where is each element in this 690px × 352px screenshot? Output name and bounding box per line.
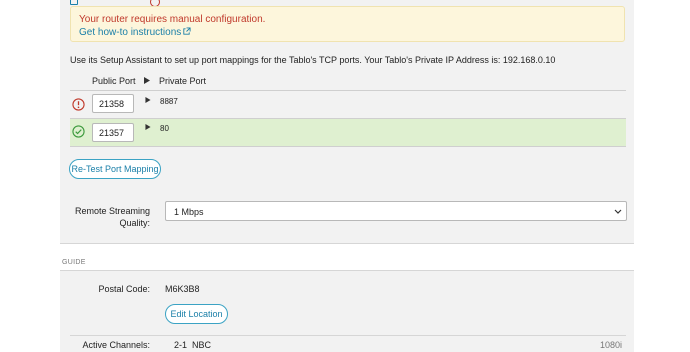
public-port-input[interactable]: 21357 (92, 123, 134, 142)
external-link-icon (183, 27, 191, 35)
section-divider (60, 243, 634, 244)
public-port-header: Public Port (92, 76, 136, 86)
router-config-alert: Your router requires manual configuratio… (70, 6, 625, 42)
edit-location-button[interactable]: Edit Location (165, 304, 228, 324)
channel-number: 2-1 (174, 340, 188, 350)
check-circle-icon (72, 125, 85, 138)
how-to-link-label: Get how-to instructions (79, 27, 182, 38)
private-port-value: 80 (160, 124, 169, 133)
table-header-divider (70, 90, 626, 91)
play-triangle-icon (144, 77, 150, 84)
how-to-instructions-link[interactable]: Get how-to instructions (79, 27, 191, 38)
retest-port-mapping-button[interactable]: Re-Test Port Mapping (69, 159, 161, 179)
streaming-quality-select[interactable]: 1 Mbps (165, 201, 627, 221)
row-divider (70, 146, 626, 147)
setup-assistant-instructions: Use its Setup Assistant to set up port m… (70, 55, 556, 65)
streaming-quality-value: 1 Mbps (174, 207, 204, 217)
alert-message: Your router requires manual configuratio… (79, 14, 266, 25)
chevron-down-icon (614, 209, 622, 214)
remote-streaming-label-line1: Remote Streaming (74, 206, 150, 216)
private-port-value: 8887 (160, 97, 178, 106)
exclamation-circle-icon (72, 98, 85, 111)
postal-code-value: M6K3B8 (165, 284, 200, 294)
play-triangle-icon (145, 97, 151, 103)
channel-name: NBC (192, 340, 212, 350)
play-triangle-icon (145, 124, 151, 130)
remote-streaming-label: Remote Streaming Quality: (66, 206, 150, 228)
row-divider (70, 335, 626, 336)
channel-quality: 1080i (600, 340, 623, 350)
section-divider (60, 270, 634, 271)
guide-section-title: GUIDE (62, 259, 86, 266)
port-mapping-row-error: 21358 8887 (70, 92, 626, 119)
remote-streaming-label-line2: Quality: (119, 218, 150, 228)
active-channels-label: Active Channels: (82, 340, 150, 350)
public-port-input[interactable]: 21358 (92, 94, 134, 113)
postal-code-label: Postal Code: (98, 284, 150, 294)
port-mapping-row-ok: 21357 80 (70, 119, 626, 146)
private-port-header: Private Port (159, 76, 207, 86)
checkbox-icon (70, 0, 78, 5)
